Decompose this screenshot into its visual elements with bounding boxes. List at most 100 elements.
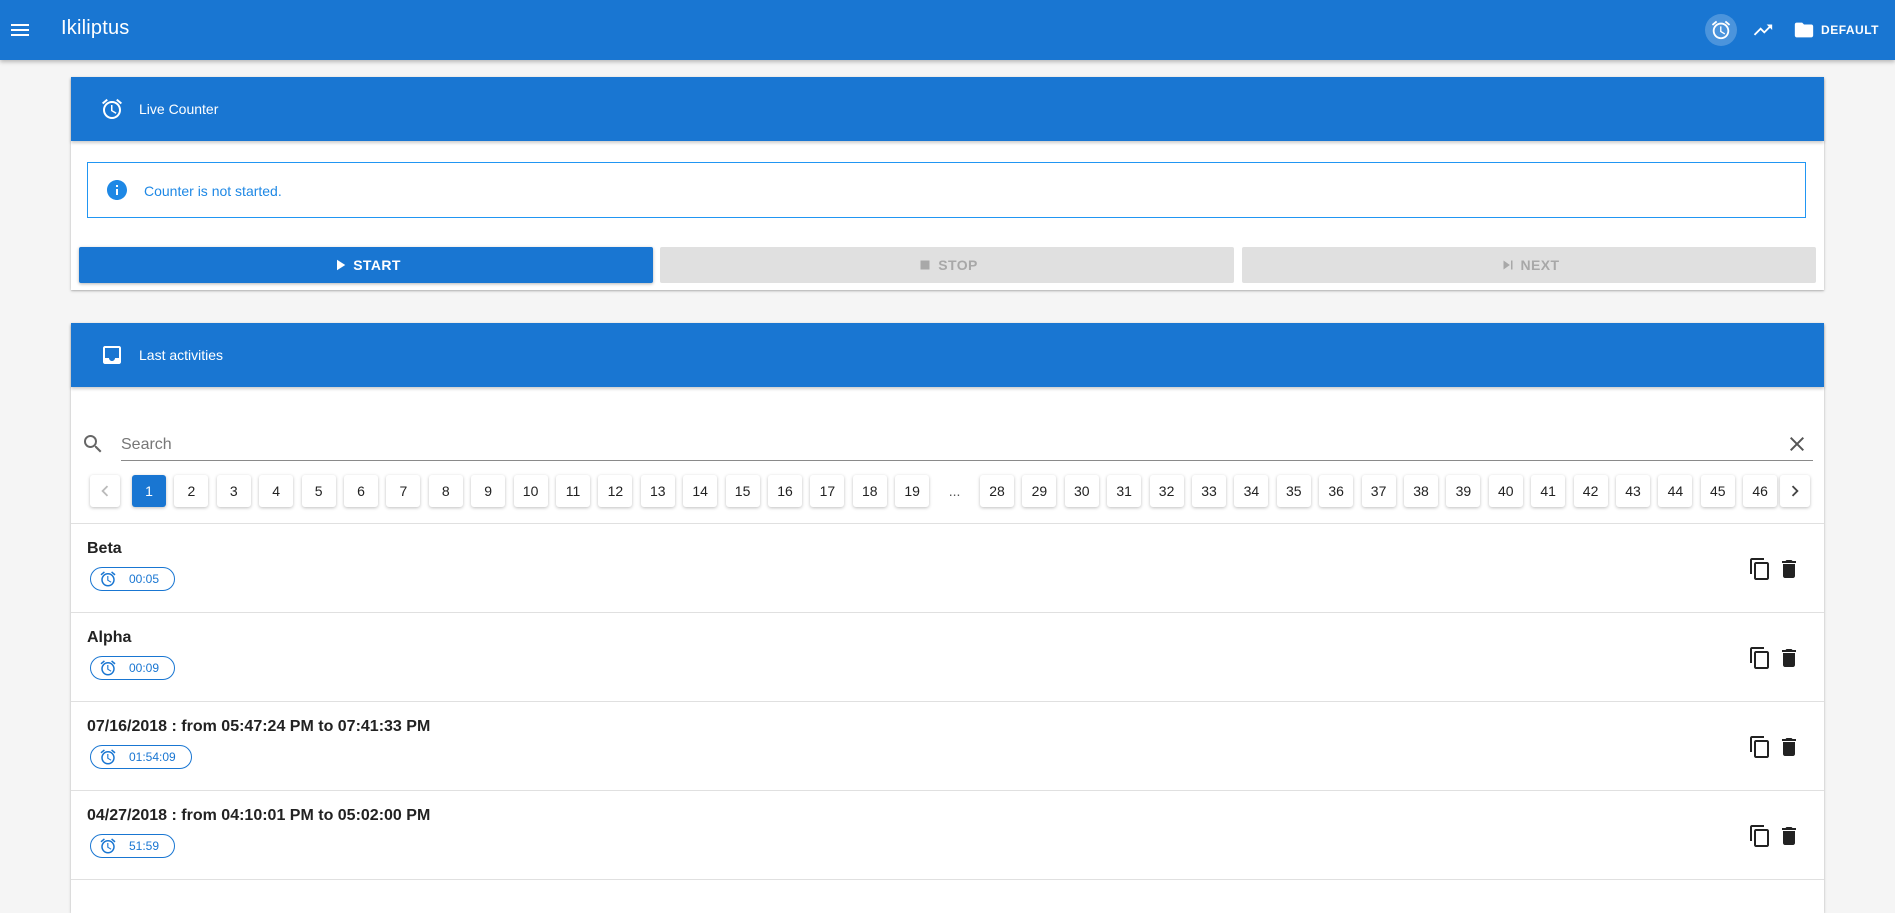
page-button[interactable]: 8 <box>428 475 463 507</box>
next-page-button[interactable] <box>1780 475 1810 507</box>
page-button[interactable]: 41 <box>1531 475 1566 507</box>
counter-status-banner: Counter is not started. <box>87 162 1806 218</box>
search-bar <box>71 419 1824 469</box>
page-button[interactable]: 37 <box>1361 475 1396 507</box>
play-icon <box>337 259 346 271</box>
page-button[interactable]: 16 <box>768 475 802 507</box>
page-button[interactable]: 28 <box>980 475 1014 507</box>
page-button[interactable]: 40 <box>1488 475 1523 507</box>
page-button[interactable]: 1 <box>132 475 166 507</box>
page-button[interactable]: 38 <box>1404 475 1438 507</box>
page-button[interactable]: 45 <box>1700 475 1735 507</box>
activity-title: Alpha <box>87 629 132 646</box>
folder-label: DEFAULT <box>1821 23 1879 37</box>
copy-icon[interactable] <box>1748 557 1772 581</box>
skip-next-icon <box>1503 260 1513 270</box>
duration-chip: 00:09 <box>90 656 176 680</box>
trending-up-icon <box>1753 24 1773 36</box>
alarm-icon <box>100 838 116 854</box>
previous-page-button[interactable] <box>90 475 120 507</box>
app-title: Ikiliptus <box>61 17 130 39</box>
activity-duration: 51:59 <box>129 839 160 853</box>
page-button[interactable]: 17 <box>810 475 845 507</box>
page-button[interactable]: 31 <box>1107 475 1142 507</box>
page-button[interactable]: 10 <box>513 475 548 507</box>
page-button[interactable]: 5 <box>301 475 336 507</box>
menu-icon[interactable] <box>8 18 32 42</box>
delete-icon[interactable] <box>1777 557 1801 581</box>
page-button[interactable]: 43 <box>1616 475 1650 507</box>
list-item[interactable]: Alpha 00:09 <box>71 613 1824 702</box>
activity-duration: 01:54:09 <box>129 750 176 764</box>
divider <box>71 879 1824 880</box>
page-button[interactable]: 12 <box>598 475 633 507</box>
page-button[interactable]: 6 <box>344 475 378 507</box>
last-activities-header: Last activities <box>71 323 1824 387</box>
page-button[interactable]: 18 <box>852 475 887 507</box>
duration-chip: 51:59 <box>90 834 176 858</box>
page-button[interactable]: 39 <box>1446 475 1481 507</box>
list-item[interactable]: Beta 00:05 <box>71 524 1824 613</box>
duration-chip: 01:54:09 <box>90 745 192 769</box>
page-button[interactable]: 3 <box>216 475 251 507</box>
live-counter-title: Live Counter <box>139 101 219 117</box>
duration-chip: 00:05 <box>90 567 176 591</box>
info-icon <box>107 180 127 200</box>
live-counter-nav-button[interactable] <box>1705 14 1738 46</box>
stop-button-label: STOP <box>938 257 978 273</box>
copy-icon[interactable] <box>1748 824 1772 848</box>
page-button[interactable]: 15 <box>725 475 760 507</box>
alarm-icon <box>1711 20 1731 40</box>
alarm-icon <box>100 571 116 587</box>
folder-icon <box>1794 22 1814 38</box>
delete-icon[interactable] <box>1777 735 1801 759</box>
page-button[interactable]: 29 <box>1022 475 1057 507</box>
page-button[interactable]: 33 <box>1192 475 1226 507</box>
start-button-label: START <box>353 257 401 273</box>
activity-title: 04/27/2018 : from 04:10:01 PM to 05:02:0… <box>87 807 431 824</box>
list-item[interactable]: 07/16/2018 : from 05:47:24 PM to 07:41:3… <box>71 702 1824 791</box>
app-bar: Ikiliptus DEFAULT <box>0 0 1895 60</box>
page-button[interactable]: 19 <box>895 475 930 507</box>
copy-icon[interactable] <box>1748 735 1772 759</box>
folder-selector[interactable]: DEFAULT <box>1789 14 1883 46</box>
page-button[interactable]: 46 <box>1743 475 1778 507</box>
copy-icon[interactable] <box>1748 646 1772 670</box>
stats-nav-button[interactable] <box>1747 14 1779 46</box>
next-button-label: NEXT <box>1520 257 1560 273</box>
chevron-left-icon <box>101 485 109 497</box>
page-button[interactable]: 11 <box>556 475 590 507</box>
list-item[interactable]: 04/27/2018 : from 04:10:01 PM to 05:02:0… <box>71 791 1824 880</box>
inbox-icon <box>103 346 121 364</box>
page-button[interactable]: 2 <box>174 475 209 507</box>
page-button[interactable]: 34 <box>1234 475 1269 507</box>
page-button[interactable]: 42 <box>1573 475 1608 507</box>
page-button[interactable]: 35 <box>1276 475 1311 507</box>
page-button[interactable]: 7 <box>386 475 421 507</box>
page-button[interactable]: 32 <box>1149 475 1184 507</box>
alarm-icon <box>100 749 116 765</box>
search-input[interactable] <box>121 429 1813 461</box>
page-button[interactable]: 13 <box>640 475 675 507</box>
last-activities-title: Last activities <box>139 347 224 363</box>
page-button[interactable]: 14 <box>683 475 718 507</box>
page-button[interactable]: 36 <box>1319 475 1354 507</box>
page-button[interactable]: 30 <box>1064 475 1099 507</box>
toolbar-actions: DEFAULT <box>1705 14 1883 46</box>
page-button[interactable]: 4 <box>259 475 294 507</box>
next-button[interactable]: NEXT <box>1242 247 1816 283</box>
delete-icon[interactable] <box>1777 824 1801 848</box>
counter-status-text: Counter is not started. <box>144 183 282 199</box>
page-button[interactable]: 44 <box>1658 475 1693 507</box>
last-activities-card: Last activities 123456789101112131415161… <box>71 323 1824 913</box>
stop-icon <box>920 260 930 270</box>
page-button[interactable]: 9 <box>471 475 506 507</box>
alarm-icon <box>100 660 116 676</box>
close-icon[interactable] <box>1785 432 1809 456</box>
start-button[interactable]: START <box>79 247 653 283</box>
activity-duration: 00:09 <box>129 661 160 675</box>
search-icon <box>84 435 102 453</box>
delete-icon[interactable] <box>1777 646 1801 670</box>
live-counter-header: Live Counter <box>71 77 1824 141</box>
stop-button[interactable]: STOP <box>660 247 1234 283</box>
